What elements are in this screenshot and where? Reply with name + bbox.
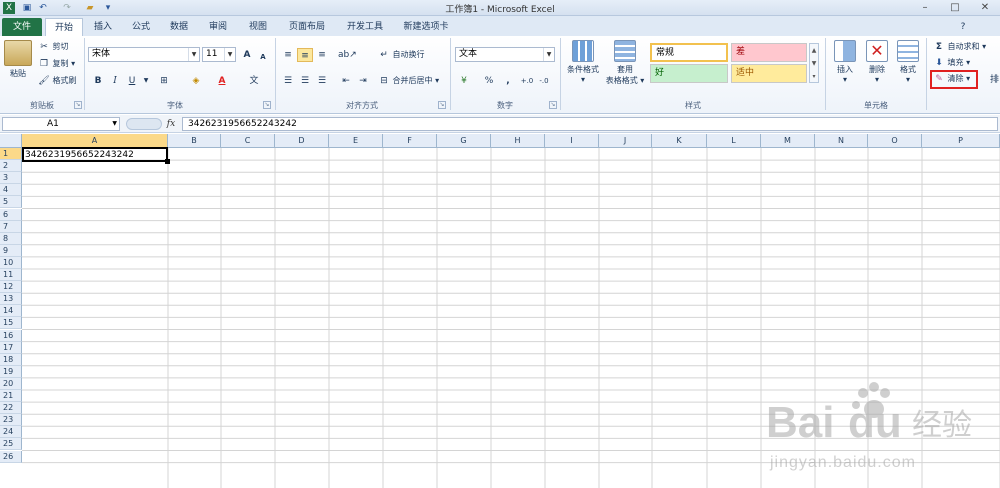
fill-handle[interactable] [165,159,170,164]
watermark-brand-2: du [848,398,902,447]
excel-window: X ▣ ↶ ↷ ▰ ▾ 工作簿1 - Microsoft Excel – □ ✕… [0,0,1000,488]
watermark-url: jingyan.baidu.com [769,454,916,471]
watermark-cn: 经验 [912,408,972,443]
active-cell-selection [22,147,168,162]
baidu-jingyan-watermark: Bai du 经验 jingyan.baidu.com [766,382,972,471]
watermark-brand: Bai [766,398,834,447]
